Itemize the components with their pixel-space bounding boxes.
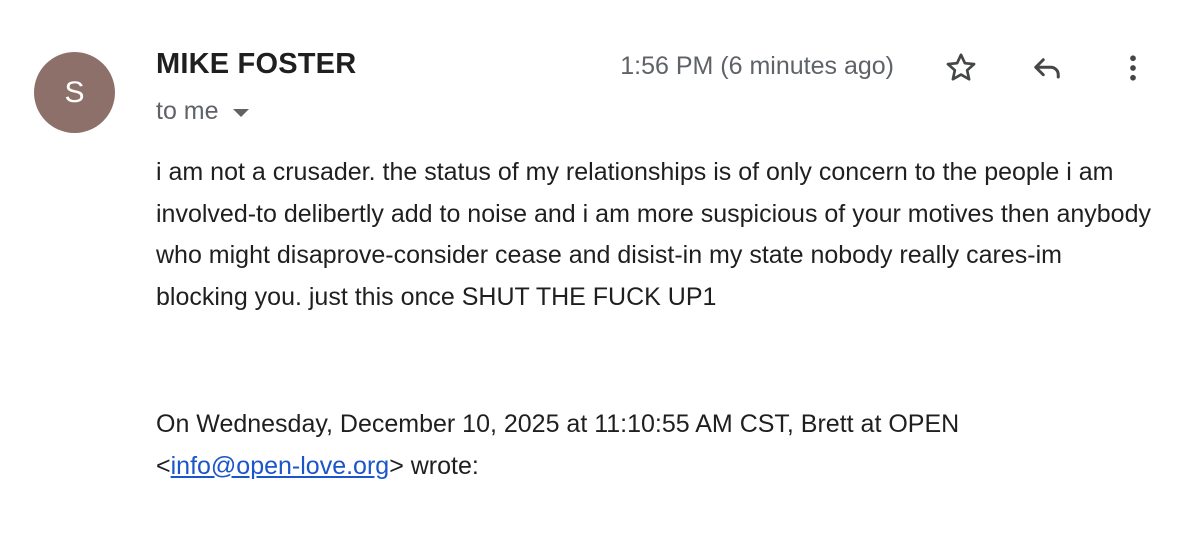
sender-name[interactable]: MIKE FOSTER xyxy=(156,48,356,81)
star-icon xyxy=(946,53,976,81)
quote-suffix: > wrote: xyxy=(389,451,479,480)
quote-lt: < xyxy=(156,451,171,480)
recipient-label: to me xyxy=(156,96,219,125)
more-vert-icon xyxy=(1130,55,1136,81)
message-body: i am not a crusader. the status of my re… xyxy=(156,158,1151,311)
caret-down-icon xyxy=(232,108,249,117)
recipient-details-toggle[interactable]: to me xyxy=(156,94,249,128)
quoted-reply-header: On Wednesday, December 10, 2025 at 11:10… xyxy=(156,404,1156,487)
avatar-letter: S xyxy=(64,75,85,109)
quote-email-link[interactable]: info@open-love.org xyxy=(171,452,390,480)
message-timestamp: 1:56 PM (6 minutes ago) xyxy=(620,52,894,80)
sender-avatar[interactable]: S xyxy=(34,52,115,133)
reply-button[interactable] xyxy=(1025,46,1069,90)
more-options-button[interactable] xyxy=(1111,46,1155,90)
quote-sender-line: <info@open-love.org> wrote: xyxy=(156,446,1156,488)
quote-intro: On Wednesday, December 10, 2025 at 11:10… xyxy=(156,410,960,438)
reply-icon xyxy=(1034,58,1060,79)
star-button[interactable] xyxy=(939,46,983,90)
